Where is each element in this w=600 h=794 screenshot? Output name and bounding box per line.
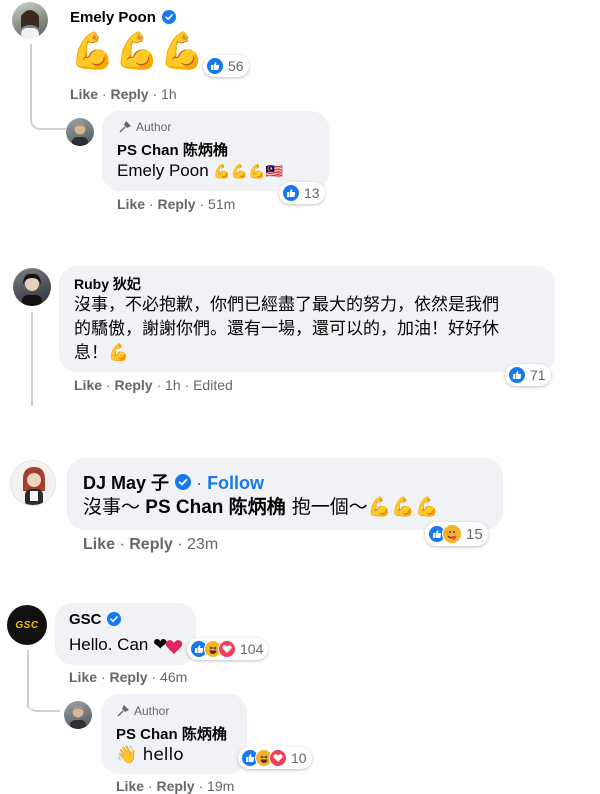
reaction-summary[interactable]: 104 [187,638,269,660]
avatar-photo-icon [70,706,86,729]
avatar-emely-poon[interactable] [12,2,48,38]
author-badge-label: Author [134,704,170,718]
avatar-photo-icon [21,10,39,38]
reply-author-name[interactable]: PS Chan 陈炳桷 [116,723,227,744]
avatar-photo-icon [23,467,45,505]
follow-button[interactable]: Follow [207,473,264,493]
comment-author-line: Emely Poon [70,9,177,26]
comment-author-line: DJ May 子 · Follow [83,473,265,493]
comment-actions: Like · Reply · 46m [69,669,188,685]
reply-text: Emely Poon 💪💪💪🇲🇾 [117,160,283,183]
comment-text: 沒事，不必抱歉，你們已經盡了最大的努力，依然是我們 的驕傲，謝謝你們。還有一場，… [74,293,499,365]
comment-text-line: 的驕傲，謝謝你們。還有一場，還可以的，加油！好好休 [74,319,499,338]
reaction-count: 56 [228,58,244,74]
like-button[interactable]: Like [117,196,145,212]
author-badge: Author [116,704,169,718]
comment-author-name[interactable]: Emely Poon [70,9,156,26]
author-mic-icon [119,121,131,133]
like-reaction-icon [282,184,300,202]
comment-timestamp[interactable]: 1h [161,86,177,102]
comment-timestamp[interactable]: 19m [207,778,234,794]
reaction-count: 15 [466,525,483,543]
reply-thread-line [30,44,66,130]
like-button[interactable]: Like [116,778,144,794]
mention-link[interactable]: Emely Poon [117,161,209,180]
reaction-count: 104 [240,641,264,657]
avatar-dj-may[interactable] [10,460,56,506]
reply-text: 👋 hello [116,745,184,765]
edited-label: Edited [193,377,233,393]
reply-button[interactable]: Reply [109,669,147,685]
comment-timestamp[interactable]: 51m [208,196,235,212]
comment-author-name[interactable]: Ruby 狄妃 [74,274,141,294]
like-button[interactable]: Like [74,377,102,393]
avatar-photo-icon [72,123,88,146]
verified-badge-icon [106,611,121,626]
reply-thread-line [27,690,60,712]
heart-emoji-icon [165,640,183,654]
reply-button[interactable]: Reply [157,196,195,212]
gsc-logo: GSC [15,619,39,631]
reply-actions: Like · Reply · 51m [117,196,236,212]
reaction-summary[interactable]: 13 [279,182,325,204]
reaction-count: 13 [304,185,320,201]
comment-text-post: 抱一個～💪💪💪 [285,496,439,518]
like-reaction-icon [206,57,224,75]
reply-author-name[interactable]: PS Chan 陈炳桷 [117,139,228,160]
reply-emojis: 💪💪💪🇲🇾 [213,164,284,180]
verified-badge-icon [162,9,177,24]
care-reaction-icon [442,524,462,544]
avatar-ps-chan[interactable] [64,701,92,729]
reaction-summary[interactable]: 56 [203,55,249,77]
verified-badge-icon [175,474,192,491]
comment-text: 💪💪💪 [70,31,205,72]
comment-text: Hello. Can ❤ [69,634,167,656]
comment-timestamp[interactable]: 1h [165,377,181,393]
avatar-photo-icon [22,273,42,306]
reaction-count: 71 [530,367,546,383]
comment-text-pre: 沒事～ [83,497,146,518]
author-mic-icon [117,705,129,717]
avatar-ps-chan[interactable] [66,118,94,146]
comment-timestamp[interactable]: 23m [187,536,218,553]
reaction-count: 10 [291,750,307,766]
reaction-summary[interactable]: 10 [238,747,312,769]
comment-author-name[interactable]: DJ May 子 [83,473,169,493]
reply-button[interactable]: Reply [110,86,148,102]
reply-actions: Like · Reply · 19m [116,778,235,794]
love-reaction-icon [269,749,287,767]
reaction-summary[interactable]: 71 [505,364,551,386]
like-button[interactable]: Like [83,536,115,553]
avatar-gsc[interactable]: GSC [7,605,47,645]
like-button[interactable]: Like [70,86,98,102]
reply-thread-line [31,312,33,406]
love-reaction-icon [218,640,236,658]
like-reaction-icon [508,366,526,384]
comment-author-name[interactable]: GSC [69,611,102,628]
reply-button[interactable]: Reply [156,778,194,794]
comment-text-line: 息！💪 [74,343,130,363]
avatar-ruby[interactable] [13,268,51,306]
reply-button[interactable]: Reply [114,377,152,393]
like-button[interactable]: Like [69,669,97,685]
comment-actions: Like · Reply · 23m [83,536,219,553]
comment-actions: Like · Reply · 1h [70,86,177,102]
comment-actions: Like · Reply · 1h · Edited [74,377,233,393]
comment-text-value: Hello. Can ❤ [69,635,168,654]
comment-timestamp[interactable]: 46m [160,669,187,685]
author-badge: Author [118,120,171,134]
comment-text: 沒事～ PS Chan 陈炳桷 抱一個～💪💪💪 [83,495,439,520]
author-badge-label: Author [136,120,172,134]
comment-text-line: 沒事，不必抱歉，你們已經盡了最大的努力，依然是我們 [74,295,499,314]
mention-link[interactable]: PS Chan 陈炳桷 [145,497,285,518]
reaction-summary[interactable]: 15 [425,522,488,546]
comment-author-line: GSC [69,611,121,628]
reply-button[interactable]: Reply [129,536,173,553]
